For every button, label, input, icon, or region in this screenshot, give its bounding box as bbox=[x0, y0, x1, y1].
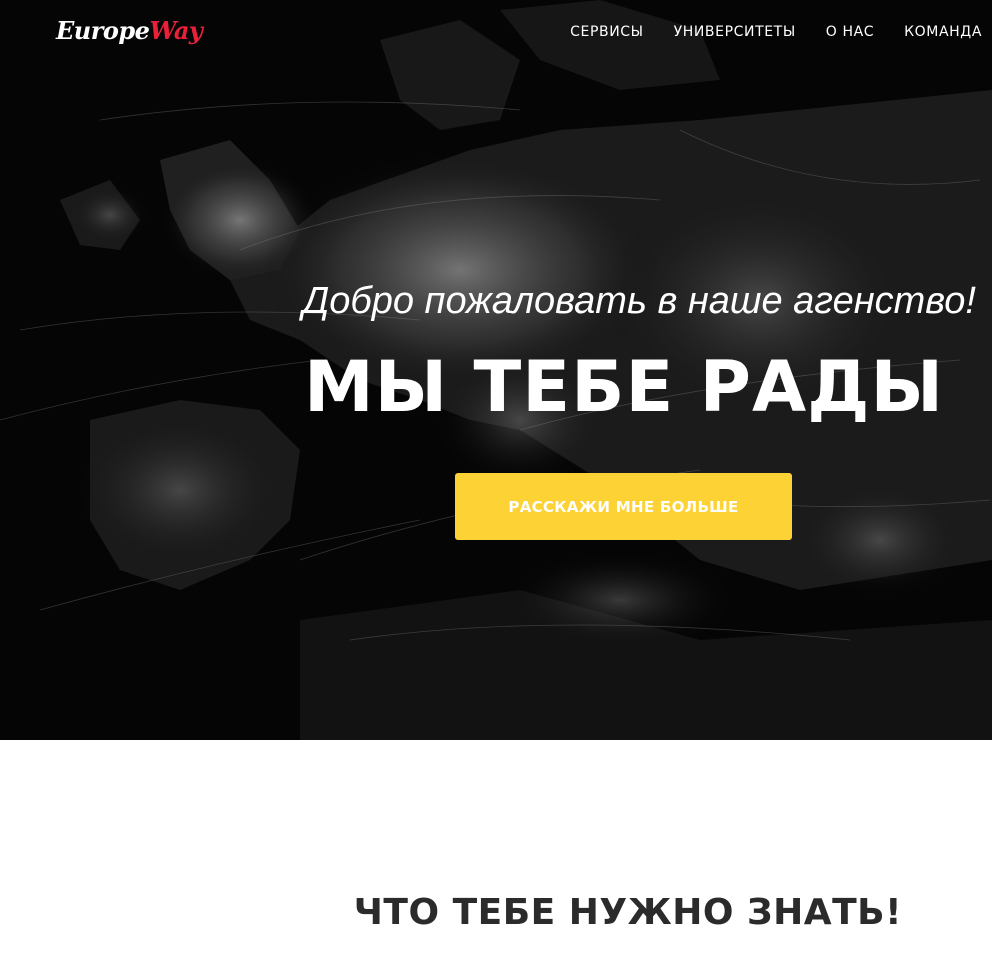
nav-item-services[interactable]: СЕРВИСЫ bbox=[570, 24, 643, 40]
brand-logo[interactable]: EuropeWay bbox=[56, 16, 203, 45]
hero-welcome-text: Добро пожаловать в наше агенство! bbox=[302, 280, 976, 322]
logo-text-europe: Europe bbox=[56, 16, 150, 45]
section-title: ЧТО ТЕБЕ НУЖНО ЗНАТЬ! bbox=[353, 892, 902, 933]
hero-section: EuropeWay СЕРВИСЫ УНИВЕРСИТЕТЫ О НАС КОМ… bbox=[0, 0, 992, 740]
tell-me-more-button[interactable]: РАССКАЖИ МНЕ БОЛЬШЕ bbox=[455, 473, 792, 540]
logo-text-way: Way bbox=[149, 16, 203, 45]
main-navigation: СЕРВИСЫ УНИВЕРСИТЕТЫ О НАС КОМАНДА bbox=[540, 24, 982, 40]
nav-item-universities[interactable]: УНИВЕРСИТЕТЫ bbox=[674, 24, 796, 40]
hero-headline: МЫ ТЕБЕ РАДЫ bbox=[303, 346, 944, 428]
nav-item-team[interactable]: КОМАНДА bbox=[904, 24, 982, 40]
nav-item-about[interactable]: О НАС bbox=[826, 24, 874, 40]
